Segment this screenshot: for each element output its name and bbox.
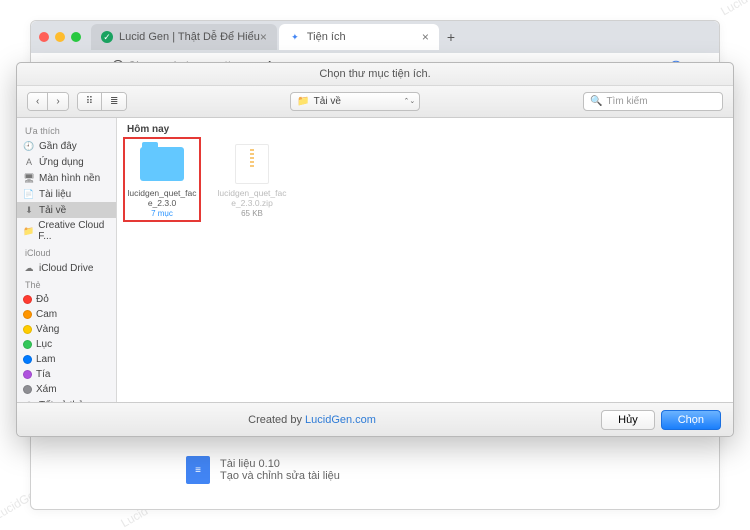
extension-icon: ✦ (289, 31, 301, 43)
folder-icon: 📁 (297, 96, 309, 107)
sidebar-item-gần-đây[interactable]: 🕘 Gần đây (17, 138, 116, 154)
cancel-button[interactable]: Hủy (601, 410, 655, 430)
file-name: lucidgen_quet_face_2.3.0.zip (217, 189, 287, 209)
tab-close-icon[interactable]: × (422, 30, 429, 44)
tab-close-icon[interactable]: × (260, 30, 267, 44)
sidebar-item-label: Tài liệu (39, 189, 71, 200)
sidebar-item-label: Màn hình nền (39, 173, 100, 184)
section-heading: Hôm nay (127, 124, 723, 135)
tag-color-icon (23, 310, 32, 319)
search-input[interactable]: 🔍 Tìm kiếm (583, 92, 723, 111)
sidebar-item-label: Creative Cloud F... (38, 220, 110, 242)
sidebar-head-tags: Thẻ (17, 276, 116, 292)
path-label: Tải về (314, 96, 341, 107)
choose-button[interactable]: Chọn (661, 410, 721, 430)
sidebar-item-label: Lam (36, 354, 55, 365)
sidebar-item-label: Cam (36, 309, 57, 320)
search-placeholder: Tìm kiếm (606, 96, 647, 107)
file-name: lucidgen_quet_face_2.3.0 (127, 189, 197, 209)
maximize-window-icon[interactable] (71, 32, 81, 42)
sidebar-item-label: Tía (36, 369, 50, 380)
sidebar-item-label: Vàng (36, 324, 59, 335)
new-tab-button[interactable]: + (447, 29, 455, 45)
sidebar-glyph-icon: 📁 (23, 225, 34, 237)
tab-label: Lucid Gen | Thật Dễ Để Hiểu (119, 31, 260, 43)
folder-icon (140, 147, 184, 181)
tab-extensions[interactable]: ✦ Tiện ích × (279, 24, 439, 50)
sidebar-glyph-icon: 🖥 (23, 172, 35, 184)
tab-label: Tiện ích (307, 31, 346, 43)
credit-link[interactable]: LucidGen.com (305, 414, 376, 426)
sidebar-item-label: Ứng dụng (39, 157, 84, 168)
tag-color-icon (23, 385, 32, 394)
sidebar-item-label: Tải về (39, 205, 66, 216)
sidebar-item-label: Gần đây (39, 141, 77, 152)
cloud-icon: ☁ (23, 262, 35, 274)
extension-desc: Tạo và chỉnh sửa tài liệu (220, 470, 340, 482)
credit-text: Created by LucidGen.com (29, 414, 595, 426)
path-dropdown[interactable]: 📁 Tải về (290, 92, 420, 111)
sidebar-glyph-icon: A (23, 156, 35, 168)
finder-dialog: Chọn thư mục tiện ích. ‹ › ⠿ ≣ 📁 Tải về … (16, 62, 734, 437)
sidebar-item-label: Đỏ (36, 294, 49, 305)
tag-color-icon (23, 370, 32, 379)
folder-item[interactable]: lucidgen_quet_face_2.3.07 mục (127, 141, 197, 218)
zip-icon (235, 144, 269, 184)
sidebar-item-ứng-dụng[interactable]: A Ứng dụng (17, 154, 116, 170)
sidebar-tag-xám[interactable]: Xám (17, 382, 116, 397)
browser-tabstrip: ✓ Lucid Gen | Thật Dễ Để Hiểu × ✦ Tiện í… (31, 21, 719, 53)
finder-sidebar: Ưa thích 🕘 Gần đây A Ứng dụng 🖥 Màn hình nền 📄… (17, 118, 117, 402)
tag-color-icon (23, 355, 32, 364)
dialog-title: Chọn thư mục tiện ích. (17, 63, 733, 86)
sidebar-tag-lục[interactable]: Lục (17, 337, 116, 352)
sidebar-item-tải-về[interactable]: ⬇ Tải về (17, 202, 116, 218)
docs-icon: ≡ (186, 456, 210, 484)
minimize-window-icon[interactable] (55, 32, 65, 42)
finder-toolbar: ‹ › ⠿ ≣ 📁 Tải về 🔍 Tìm kiếm (17, 86, 733, 118)
sidebar-glyph-icon: 📄 (23, 188, 35, 200)
sidebar-tag-tía[interactable]: Tía (17, 367, 116, 382)
sidebar-item-label: Xám (36, 384, 57, 395)
sidebar-item-creative-cloud-f...[interactable]: 📁 Creative Cloud F... (17, 218, 116, 244)
sidebar-item-icloud-drive[interactable]: ☁ iCloud Drive (17, 260, 116, 276)
tag-color-icon (23, 295, 32, 304)
nav-buttons: ‹ › (27, 92, 69, 111)
sidebar-item-màn-hình-nền[interactable]: 🖥 Màn hình nền (17, 170, 116, 186)
sidebar-tag-vàng[interactable]: Vàng (17, 322, 116, 337)
file-meta: 7 mục (127, 209, 197, 218)
sidebar-tag-đỏ[interactable]: Đỏ (17, 292, 116, 307)
zip-file-item[interactable]: lucidgen_quet_face_2.3.0.zip65 KB (217, 141, 287, 218)
tag-color-icon (23, 340, 32, 349)
sidebar-glyph-icon: 🕘 (23, 140, 35, 152)
back-button[interactable]: ‹ (28, 93, 48, 110)
forward-button[interactable]: › (48, 93, 67, 110)
sidebar-head-icloud: iCloud (17, 244, 116, 260)
sidebar-head-favorites: Ưa thích (17, 122, 116, 138)
finder-content: Hôm nay lucidgen_quet_face_2.3.07 mụcluc… (117, 118, 733, 402)
sidebar-tag-lam[interactable]: Lam (17, 352, 116, 367)
sidebar-tag-cam[interactable]: Cam (17, 307, 116, 322)
icon-view-button[interactable]: ⠿ (78, 93, 102, 110)
sidebar-item-label: iCloud Drive (39, 263, 93, 274)
favicon-icon: ✓ (101, 31, 113, 43)
list-view-button[interactable]: ≣ (102, 93, 126, 110)
sidebar-glyph-icon: ⬇ (23, 204, 35, 216)
background-extension-row: ≡ Tài liệu 0.10 Tạo và chỉnh sửa tài liệ… (186, 456, 340, 484)
finder-footer: Created by LucidGen.com Hủy Chọn (17, 402, 733, 436)
sidebar-item-label: Lục (36, 339, 52, 350)
file-meta: 65 KB (217, 209, 287, 218)
close-window-icon[interactable] (39, 32, 49, 42)
view-buttons: ⠿ ≣ (77, 92, 128, 111)
tag-color-icon (23, 325, 32, 334)
sidebar-item-tài-liệu[interactable]: 📄 Tài liệu (17, 186, 116, 202)
search-icon: 🔍 (590, 96, 602, 107)
window-controls[interactable] (39, 32, 81, 42)
extension-title: Tài liệu 0.10 (220, 458, 340, 470)
tab-lucidgen[interactable]: ✓ Lucid Gen | Thật Dễ Để Hiểu × (91, 24, 277, 50)
